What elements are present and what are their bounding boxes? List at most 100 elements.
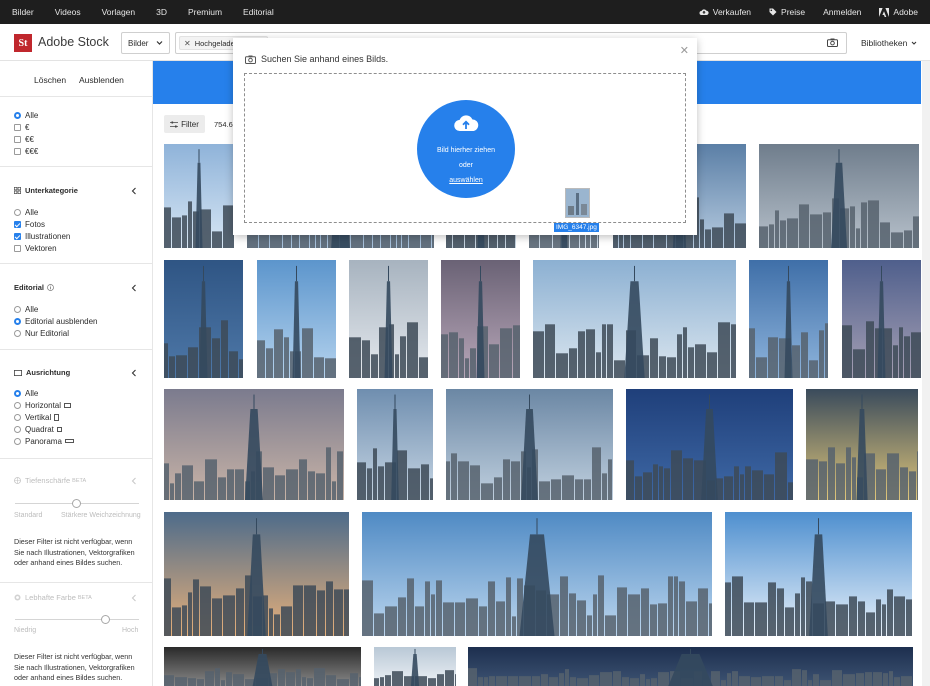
image-result[interactable] — [164, 260, 243, 378]
building — [332, 481, 336, 500]
nav-editorial[interactable]: Editorial — [243, 7, 274, 17]
chevron-left-icon[interactable] — [131, 369, 137, 377]
image-result[interactable] — [468, 647, 913, 686]
building — [266, 348, 273, 378]
building — [479, 606, 487, 636]
radio-selected — [14, 317, 21, 325]
tower-spire — [788, 265, 789, 282]
editorial-option-hide[interactable]: Editorial ausblenden — [14, 316, 98, 326]
building — [593, 594, 597, 636]
price-option-3[interactable]: €€€ — [14, 146, 38, 156]
chevron-left-icon[interactable] — [131, 187, 137, 195]
libraries-menu[interactable]: Bibliotheken — [861, 38, 917, 48]
or-label: oder — [458, 162, 473, 169]
image-result[interactable] — [446, 389, 613, 500]
building — [317, 590, 325, 636]
chevron-down-icon — [911, 41, 917, 45]
checkbox — [14, 244, 21, 252]
nav-vorlagen[interactable]: Vorlagen — [102, 7, 136, 17]
divider — [0, 582, 153, 583]
building — [614, 360, 625, 378]
image-result[interactable] — [374, 647, 456, 686]
building — [357, 462, 366, 500]
image-result[interactable] — [759, 144, 919, 248]
section-label: Editorial — [14, 283, 45, 292]
section-label: Ausrichtung — [26, 368, 71, 377]
building — [856, 673, 864, 686]
orientation-title[interactable]: Ausrichtung — [14, 368, 70, 377]
building — [739, 676, 750, 686]
price-option-2[interactable]: €€ — [14, 134, 34, 144]
price-option-all[interactable]: Alle — [14, 110, 38, 120]
building — [496, 676, 507, 686]
editorial-option-only[interactable]: Nur Editorial — [14, 328, 69, 338]
subcategory-option-vectors[interactable]: Vektoren — [14, 243, 57, 253]
page-scrollbar[interactable] — [922, 61, 930, 686]
building — [569, 593, 576, 636]
editorial-option-all[interactable]: Alle — [14, 304, 38, 314]
drop-zone[interactable]: Bild hierher ziehen oder auswählen — [244, 73, 686, 223]
info-icon[interactable] — [47, 284, 54, 291]
image-result[interactable] — [362, 512, 712, 636]
image-result[interactable] — [533, 260, 736, 378]
building — [374, 678, 379, 686]
close-icon[interactable]: ✕ — [680, 44, 689, 57]
nav-bilder[interactable]: Bilder — [12, 7, 34, 17]
building — [512, 616, 516, 636]
orientation-option-vertical[interactable]: Vertikal — [14, 412, 60, 422]
image-result[interactable] — [164, 512, 349, 636]
camera-icon[interactable] — [827, 38, 838, 47]
orientation-option-square[interactable]: Quadrat — [14, 424, 62, 434]
upload-circle[interactable]: Bild hierher ziehen oder auswählen — [417, 100, 515, 198]
prices-link[interactable]: Preise — [769, 7, 805, 17]
image-result[interactable] — [806, 389, 918, 500]
image-result[interactable] — [749, 260, 828, 378]
building — [755, 602, 767, 636]
price-option-1[interactable]: € — [14, 122, 29, 132]
image-result[interactable] — [626, 389, 793, 500]
nav-videos[interactable]: Videos — [55, 7, 81, 17]
choose-file-link[interactable]: auswählen — [417, 177, 515, 184]
building — [221, 320, 228, 378]
adobe-link[interactable]: Adobe — [879, 7, 918, 17]
image-result[interactable] — [842, 260, 921, 378]
nav-premium[interactable]: Premium — [188, 7, 222, 17]
sell-link[interactable]: Verkaufen — [699, 7, 751, 17]
subcategory-title[interactable]: Unterkategorie — [14, 186, 78, 195]
building — [792, 345, 800, 378]
building — [602, 324, 606, 378]
image-thumbnail — [362, 512, 712, 636]
orientation-option-horizontal[interactable]: Horizontal — [14, 400, 72, 410]
orientation-option-all[interactable]: Alle — [14, 388, 38, 398]
content-type-select[interactable]: Bilder — [121, 32, 170, 54]
orientation-option-panorama[interactable]: Panorama — [14, 436, 74, 446]
dragged-image-thumbnail[interactable] — [565, 188, 590, 218]
close-icon[interactable]: ✕ — [184, 39, 191, 48]
clear-filters-button[interactable]: Löschen — [34, 75, 66, 85]
image-result[interactable] — [164, 144, 234, 248]
subcategory-option-illustrations[interactable]: Illustrationen — [14, 231, 70, 241]
radio — [14, 437, 21, 445]
image-result[interactable] — [725, 512, 912, 636]
editorial-title[interactable]: Editorial — [14, 283, 58, 292]
image-result[interactable] — [357, 389, 433, 500]
stock-logo[interactable]: St — [14, 34, 32, 52]
image-result[interactable] — [441, 260, 520, 378]
subcategory-option-all[interactable]: Alle — [14, 207, 38, 217]
hide-filters-button[interactable]: Ausblenden — [79, 75, 124, 85]
brand-name[interactable]: Adobe Stock — [38, 35, 109, 49]
image-result[interactable] — [349, 260, 428, 378]
upload-cloud-icon — [454, 115, 479, 132]
filter-button[interactable]: Filter — [164, 115, 205, 133]
image-result[interactable] — [257, 260, 336, 378]
building — [367, 468, 372, 500]
image-result[interactable] — [164, 647, 361, 686]
subcategory-option-photos[interactable]: Fotos — [14, 219, 45, 229]
dragged-image-preview — [566, 189, 589, 217]
nav-3d[interactable]: 3D — [156, 7, 167, 17]
building — [302, 677, 306, 686]
building — [904, 336, 910, 378]
login-link[interactable]: Anmelden — [823, 7, 861, 17]
chevron-left-icon[interactable] — [131, 284, 137, 292]
image-result[interactable] — [164, 389, 344, 500]
